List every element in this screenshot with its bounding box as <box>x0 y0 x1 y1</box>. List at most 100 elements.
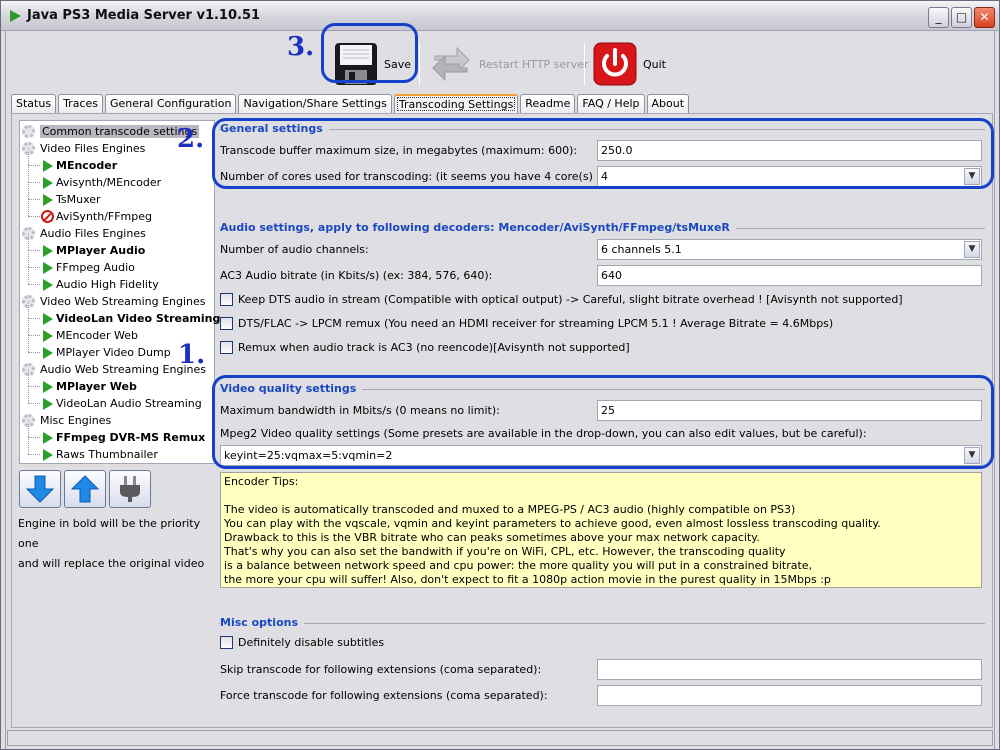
save-label: Save <box>384 57 412 71</box>
tab-readme[interactable]: Readme <box>520 94 576 114</box>
force-transcode-label: Force transcode for following extensions… <box>220 689 548 702</box>
disable-subtitles-checkbox[interactable]: Definitely disable subtitles <box>220 636 384 649</box>
close-button[interactable]: ✕ <box>974 7 995 28</box>
bandwidth-input[interactable]: 25 <box>597 400 982 421</box>
play-icon <box>43 194 53 206</box>
engine-hint: Engine in bold will be the priority one … <box>18 514 218 574</box>
tree-item-label: TsMuxer <box>56 193 101 206</box>
toggle-engine-button[interactable] <box>109 470 151 508</box>
tree-category[interactable]: Video Web Streaming Engines <box>20 293 214 310</box>
annotation-3: 3. <box>287 32 315 62</box>
tree-connector <box>28 199 40 200</box>
tree-item-label: Raws Thumbnailer <box>56 448 158 461</box>
ac3-bitrate-input[interactable]: 640 <box>597 265 982 286</box>
skip-transcode-input[interactable] <box>597 659 982 680</box>
tree-item-label: VideoLan Video Streaming <box>56 312 221 325</box>
tree-connector <box>28 216 40 217</box>
tree-engine[interactable]: Avisynth/MEncoder <box>20 165 214 191</box>
play-icon <box>43 177 53 189</box>
tree-item-label: FFmpeg Audio <box>56 261 135 274</box>
tree-engine[interactable]: Audio High Fidelity <box>20 267 214 293</box>
move-up-button[interactable] <box>64 470 106 508</box>
audio-channels-label: Number of audio channels: <box>220 243 369 256</box>
tree-item-label: Audio Files Engines <box>40 227 146 240</box>
tree-engine[interactable]: Raws Thumbnailer <box>20 437 214 463</box>
checkbox-box[interactable] <box>220 317 233 330</box>
power-icon <box>593 42 637 86</box>
checkbox-box[interactable] <box>220 341 233 354</box>
restart-arrows-icon <box>432 46 470 82</box>
restart-http-server-button[interactable]: Restart HTTP server <box>429 40 589 88</box>
tab-bar: Status Traces General Configuration Navi… <box>11 94 691 114</box>
tree-engine[interactable]: FFmpeg DVR-MS Remux <box>20 420 214 446</box>
bandwidth-label: Maximum bandwidth in Mbits/s (0 means no… <box>220 404 500 417</box>
tree-connector <box>28 165 29 182</box>
chevron-down-icon[interactable]: ▼ <box>964 447 980 464</box>
tab-traces[interactable]: Traces <box>58 94 103 114</box>
tree-engine[interactable]: VideoLan Audio Streaming <box>20 386 214 412</box>
tree-category[interactable]: Misc Engines <box>20 412 214 429</box>
tab-general-configuration[interactable]: General Configuration <box>104 94 237 114</box>
move-down-button[interactable] <box>19 470 61 508</box>
tree-engine[interactable]: MEncoder <box>20 148 214 174</box>
quit-button[interactable]: Quit <box>593 40 666 88</box>
mpeg2-settings-select[interactable]: keyint=25:vqmax=5:vqmin=2 ▼ <box>220 445 982 466</box>
remux-ac3-checkbox[interactable]: Remux when audio track is AC3 (no reenco… <box>220 341 630 354</box>
tree-engine[interactable]: VideoLan Video Streaming <box>20 301 220 327</box>
engine-tree[interactable]: Common transcode settings Video Files Eng… <box>19 120 220 464</box>
right-frame-border <box>994 31 998 749</box>
toolbar: 3. Save Restart HTTP server Quit <box>7 32 995 92</box>
tree-connector <box>28 335 40 336</box>
tree-connector <box>28 233 29 250</box>
toolbar-separator <box>419 44 420 86</box>
lpcm-remux-checkbox[interactable]: DTS/FLAC -> LPCM remux (You need an HDMI… <box>220 317 833 330</box>
disable-subtitles-label: Definitely disable subtitles <box>238 636 385 649</box>
audio-channels-select[interactable]: 6 channels 5.1 ▼ <box>597 239 982 260</box>
tree-connector <box>28 352 40 353</box>
tree-connector <box>28 165 40 166</box>
tree-engine[interactable]: MPlayer Web <box>20 369 214 395</box>
cores-select[interactable]: 4 ▼ <box>597 166 982 187</box>
play-icon <box>43 160 53 172</box>
maximize-button[interactable]: □ <box>951 7 972 28</box>
tree-category[interactable]: Audio Files Engines <box>20 225 214 242</box>
plug-icon <box>120 476 140 502</box>
hint-line-1: Engine in bold will be the priority one <box>18 517 201 550</box>
tree-connector <box>28 420 29 437</box>
tab-navigation-share-settings[interactable]: Navigation/Share Settings <box>238 94 392 114</box>
keep-dts-checkbox[interactable]: Keep DTS audio in stream (Compatible wit… <box>220 293 903 306</box>
tab-status[interactable]: Status <box>11 94 57 114</box>
cores-label: Number of cores used for transcoding: (i… <box>220 170 651 183</box>
tab-faq-help[interactable]: FAQ / Help <box>577 94 645 114</box>
tree-engine[interactable]: TsMuxer <box>20 182 214 208</box>
tree-item-label: FFmpeg DVR-MS Remux <box>56 431 206 444</box>
tree-item-label: MPlayer Video Dump <box>56 346 171 359</box>
tree-engine[interactable]: MPlayer Audio <box>20 233 214 259</box>
tree-connector <box>28 301 29 318</box>
tree-item-label: Avisynth/MEncoder <box>56 176 162 189</box>
tab-about[interactable]: About <box>646 94 690 114</box>
chevron-down-icon[interactable]: ▼ <box>964 241 980 258</box>
play-icon <box>43 381 53 393</box>
tab-transcoding-settings[interactable]: Transcoding Settings <box>393 94 519 114</box>
chevron-down-icon[interactable]: ▼ <box>964 168 980 185</box>
tree-item-label: MEncoder <box>56 159 118 172</box>
play-icon <box>43 313 53 325</box>
play-icon <box>43 330 53 342</box>
checkbox-box[interactable] <box>220 636 233 649</box>
buffer-size-input[interactable]: 250.0 <box>597 140 982 161</box>
tree-item-label: Audio High Fidelity <box>56 278 159 291</box>
play-icon <box>43 398 53 410</box>
title-bar[interactable]: Java PS3 Media Server v1.10.51 _ □ ✕ <box>1 1 999 31</box>
save-button[interactable]: Save <box>334 40 411 88</box>
misc-options-heading: Misc options <box>220 616 305 629</box>
tree-engine[interactable]: FFmpeg Audio <box>20 250 214 276</box>
quit-label: Quit <box>643 57 666 71</box>
checkbox-box[interactable] <box>220 293 233 306</box>
minimize-button[interactable]: _ <box>928 7 949 28</box>
arrow-down-icon <box>25 475 55 503</box>
play-icon <box>43 245 53 257</box>
tree-connector <box>28 437 29 454</box>
tree-engine[interactable]: AviSynth/FFmpeg <box>20 199 214 225</box>
force-transcode-input[interactable] <box>597 685 982 706</box>
